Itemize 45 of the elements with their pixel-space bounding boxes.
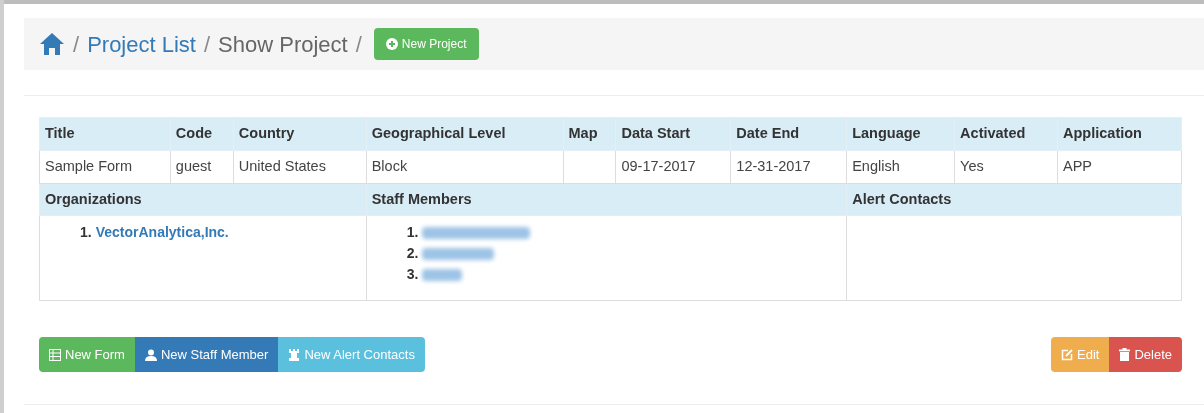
column-header: Geographical Level [366,117,563,151]
staff-button[interactable]: New Staff Member [134,337,279,372]
list-number: 3. [406,265,419,284]
column-header: Data Start [615,117,731,151]
redacted-name [422,268,463,281]
table-cell: 12-31-2017 [730,150,847,184]
column-header: Language [846,117,955,151]
tower-icon [288,348,301,361]
column-header: Country [233,117,367,151]
column-header: Application [1057,117,1182,151]
breadcrumb-separator: / [203,30,211,59]
table-icon [49,348,61,361]
table-cell: English [846,150,955,184]
table-cell: APP [1057,150,1182,184]
list-number: 1. [80,223,92,242]
table-cell: Block [366,150,563,184]
table-cell: Sample Form [39,150,171,184]
column-header: Date End [730,117,847,151]
organization-link[interactable]: VectorAnalytica,Inc. [95,222,229,243]
section-header: Staff Members [366,183,847,216]
table-cell: guest [170,150,234,184]
edit-icon [1061,348,1073,361]
user-icon [144,348,157,361]
column-header: Title [39,117,171,151]
column-header: Code [170,117,234,151]
column-header: Activated [954,117,1058,151]
delete-button[interactable]: Delete [1109,337,1182,372]
breadcrumb-separator: / [73,30,80,59]
trash-icon [1119,348,1131,361]
list-number: 1. [406,223,419,242]
breadcrumb-link[interactable]: Project List [87,27,196,61]
home-icon[interactable] [39,32,65,56]
section-header: Organizations [39,183,367,216]
plus-circle-icon [385,38,398,50]
new-project-button[interactable]: New Project [373,28,479,60]
list-number: 2. [406,244,419,263]
table-cell: 09-17-2017 [615,150,731,184]
breadcrumb-separator: / [355,30,362,59]
table-cell: United States [233,150,367,184]
column-header: Map [563,117,616,151]
alert-button[interactable]: New Alert Contacts [278,337,425,372]
section-header: Alert Contacts [846,183,1182,216]
table-cell: Yes [954,150,1058,184]
breadcrumb-current: Show Project [218,30,348,59]
form-button[interactable]: New Form [39,337,135,372]
